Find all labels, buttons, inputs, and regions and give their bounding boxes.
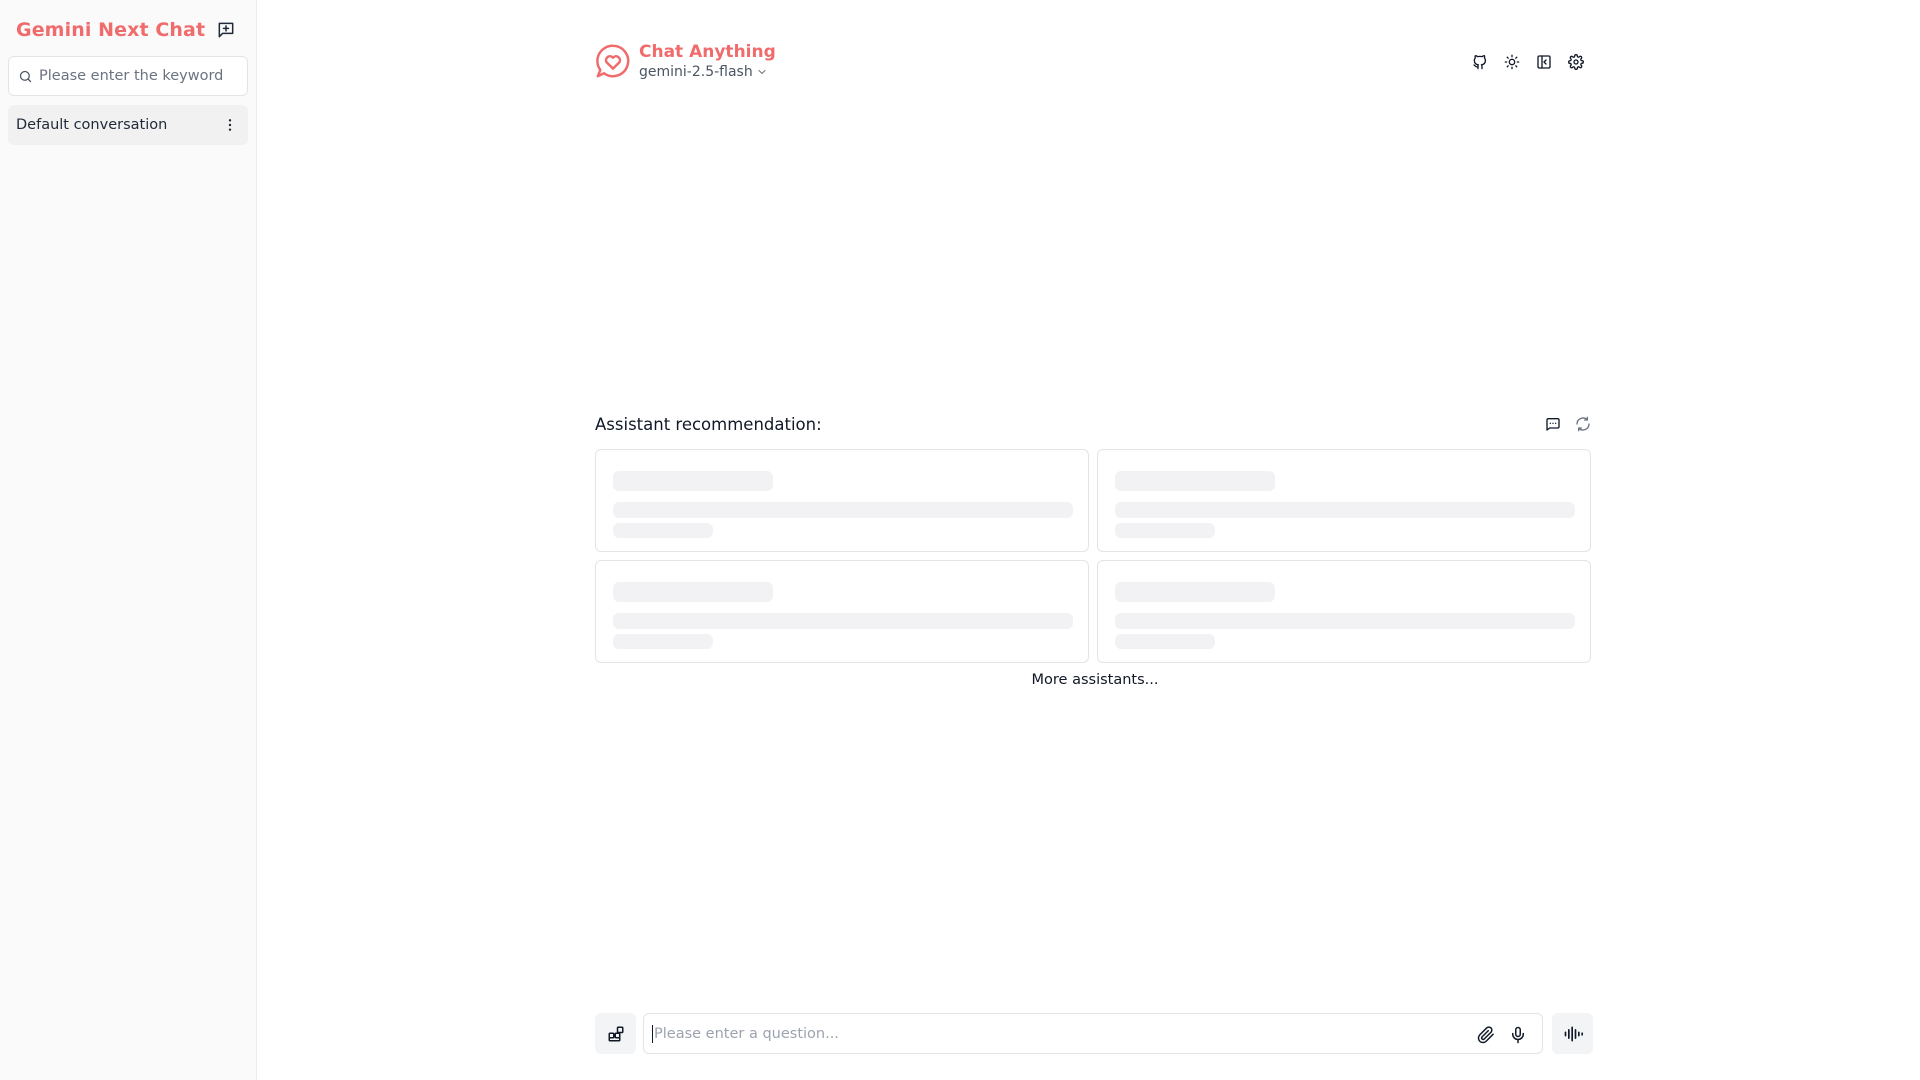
- refresh-button[interactable]: [1571, 412, 1595, 436]
- chat-header: Chat Anything gemini-2.5-flash: [594, 38, 1594, 86]
- skeleton-line: [613, 523, 713, 538]
- model-name: gemini-2.5-flash: [639, 64, 753, 80]
- skeleton-line: [1115, 502, 1575, 518]
- theme-toggle-button[interactable]: [1498, 48, 1526, 76]
- microphone-icon: [1509, 1026, 1527, 1044]
- plugins-button[interactable]: [595, 1013, 636, 1054]
- recommendation-actions: [1541, 412, 1595, 436]
- settings-icon: [1568, 54, 1584, 70]
- chat-title: Chat Anything: [639, 42, 776, 62]
- attach-button[interactable]: [1472, 1021, 1500, 1049]
- new-chat-button[interactable]: [212, 16, 240, 44]
- assistant-card[interactable]: [1097, 560, 1591, 663]
- skeleton-line: [1115, 634, 1215, 649]
- chevron-down-icon: [756, 66, 768, 78]
- plugin-grid-icon: [607, 1025, 625, 1043]
- paperclip-icon: [1477, 1026, 1495, 1044]
- skeleton-line: [1115, 613, 1575, 629]
- sidebar-toggle-button[interactable]: [1530, 48, 1558, 76]
- skeleton-line: [613, 634, 713, 649]
- assistant-chat-button[interactable]: [1541, 412, 1565, 436]
- question-input[interactable]: [652, 1024, 1452, 1043]
- voice-mode-button[interactable]: [1552, 1013, 1593, 1054]
- panel-toggle-icon: [1536, 54, 1552, 70]
- skeleton-title: [1115, 582, 1275, 602]
- skeleton-line: [613, 613, 1073, 629]
- more-assistants-link[interactable]: More assistants...: [595, 672, 1595, 688]
- assistant-card[interactable]: [595, 449, 1089, 552]
- search-icon: [18, 69, 33, 84]
- recommendation-title: Assistant recommendation:: [595, 414, 822, 434]
- mic-button[interactable]: [1504, 1021, 1532, 1049]
- message-plus-icon: [216, 20, 236, 40]
- skeleton-title: [1115, 471, 1275, 491]
- search-input[interactable]: [39, 68, 239, 84]
- skeleton-title: [613, 582, 773, 602]
- conversation-label: Default conversation: [16, 117, 168, 133]
- header-actions: [1466, 48, 1590, 76]
- github-button[interactable]: [1466, 48, 1494, 76]
- audio-waveform-icon: [1563, 1024, 1583, 1044]
- model-selector[interactable]: gemini-2.5-flash: [639, 64, 768, 80]
- conversation-item[interactable]: Default conversation: [8, 105, 248, 145]
- skeleton-title: [613, 471, 773, 491]
- sun-icon: [1504, 54, 1520, 70]
- more-vertical-icon[interactable]: [222, 117, 238, 133]
- conversation-search[interactable]: [8, 56, 248, 96]
- assistant-card[interactable]: [595, 560, 1089, 663]
- skeleton-line: [1115, 523, 1215, 538]
- sidebar: Gemini Next Chat Default conversation: [0, 0, 257, 1080]
- composer: [595, 1013, 1593, 1054]
- refresh-icon: [1575, 416, 1591, 432]
- input-actions: [1472, 1021, 1532, 1049]
- chat-bubble-icon: [1545, 416, 1561, 432]
- question-input-wrapper[interactable]: [643, 1013, 1543, 1054]
- heart-chat-icon: [594, 42, 632, 80]
- skeleton-line: [613, 502, 1073, 518]
- app-title: Gemini Next Chat: [16, 19, 206, 41]
- recommendation-header: Assistant recommendation:: [595, 411, 1595, 437]
- sidebar-header: Gemini Next Chat: [16, 14, 240, 46]
- assistant-card[interactable]: [1097, 449, 1591, 552]
- github-icon: [1472, 54, 1488, 70]
- settings-button[interactable]: [1562, 48, 1590, 76]
